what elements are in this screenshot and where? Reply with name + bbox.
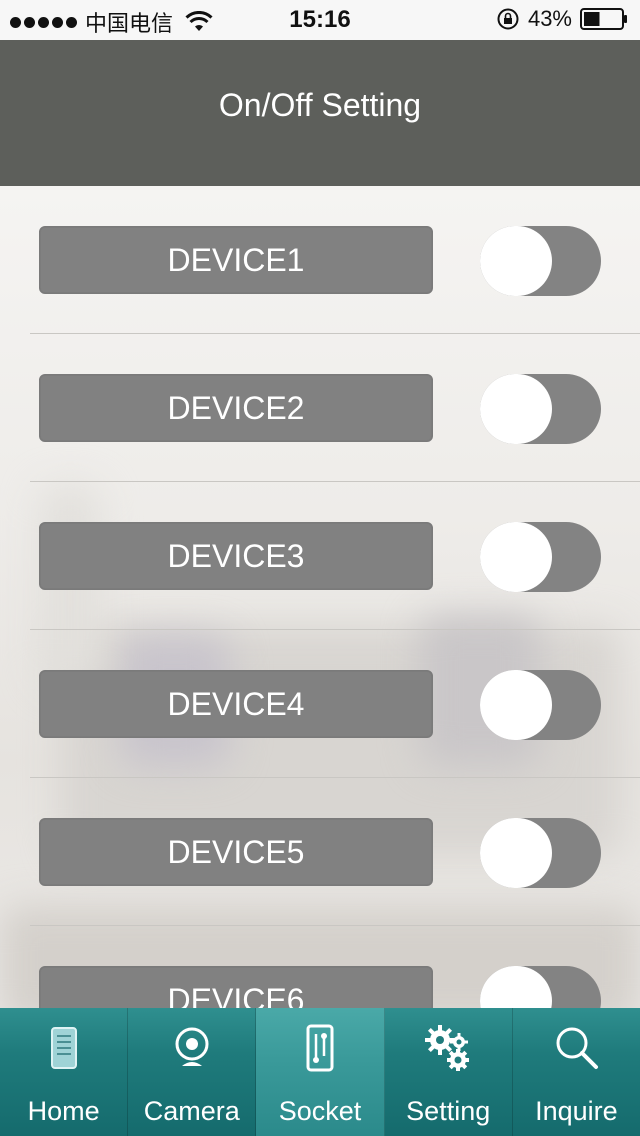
rotation-lock-icon xyxy=(497,8,519,30)
device-row: DEVICE3 xyxy=(0,482,640,630)
device-row: DEVICE4 xyxy=(0,630,640,778)
device-name-button[interactable]: DEVICE3 xyxy=(39,522,433,590)
battery-icon xyxy=(580,8,627,30)
tab-inquire-label: Inquire xyxy=(535,1096,618,1126)
device-list[interactable]: DEVICE1 DEVICE2 DEVICE3 DEVICE4 DEVICE5 DEVIC… xyxy=(0,186,640,1008)
tab-setting-label: Setting xyxy=(406,1096,491,1126)
toggle-knob xyxy=(480,670,552,740)
toggle-knob xyxy=(480,522,552,592)
toggle-knob xyxy=(480,966,552,1008)
device-name-button[interactable]: DEVICE1 xyxy=(39,226,433,294)
tab-inquire[interactable]: Inquire xyxy=(513,1008,640,1136)
webcam-icon xyxy=(175,1027,209,1066)
device-name-button[interactable]: DEVICE6 xyxy=(39,966,433,1008)
device-power-toggle[interactable] xyxy=(480,818,601,888)
toggle-knob xyxy=(480,818,552,888)
device-row: DEVICE6 xyxy=(0,926,640,1008)
device-power-toggle[interactable] xyxy=(480,226,601,296)
search-icon xyxy=(556,1027,599,1069)
tab-socket-label: Socket xyxy=(278,1096,362,1126)
page-title: On/Off Setting xyxy=(218,87,422,123)
tab-socket[interactable]: Socket xyxy=(256,1008,385,1136)
battery-percent: 43% xyxy=(527,6,572,31)
nav-header: On/Off Setting xyxy=(0,40,640,186)
device-row: DEVICE2 xyxy=(0,334,640,482)
tab-bar: Home Camera Socket Setting Inquire xyxy=(0,1008,640,1136)
toggle-knob xyxy=(480,226,552,296)
phone-icon xyxy=(50,1027,77,1069)
device-row: DEVICE1 xyxy=(0,186,640,334)
status-right: 43% xyxy=(496,6,628,32)
device-power-toggle[interactable] xyxy=(480,670,601,740)
tab-home-label: Home xyxy=(27,1096,100,1126)
gears-icon xyxy=(425,1025,470,1071)
device-power-toggle[interactable] xyxy=(480,522,601,592)
tab-camera[interactable]: Camera xyxy=(128,1008,257,1136)
tab-camera-label: Camera xyxy=(143,1096,240,1126)
tab-home[interactable]: Home xyxy=(0,1008,129,1136)
device-power-toggle[interactable] xyxy=(480,966,601,1008)
tab-setting[interactable]: Setting xyxy=(385,1008,513,1136)
device-name-button[interactable]: DEVICE2 xyxy=(39,374,433,442)
socket-icon xyxy=(306,1024,334,1072)
toggle-knob xyxy=(480,374,552,444)
status-bar: 中国电信 15:16 43% xyxy=(0,0,640,40)
device-name-button[interactable]: DEVICE5 xyxy=(39,818,433,886)
device-power-toggle[interactable] xyxy=(480,374,601,444)
device-name-button[interactable]: DEVICE4 xyxy=(39,670,433,738)
device-row: DEVICE5 xyxy=(0,778,640,926)
